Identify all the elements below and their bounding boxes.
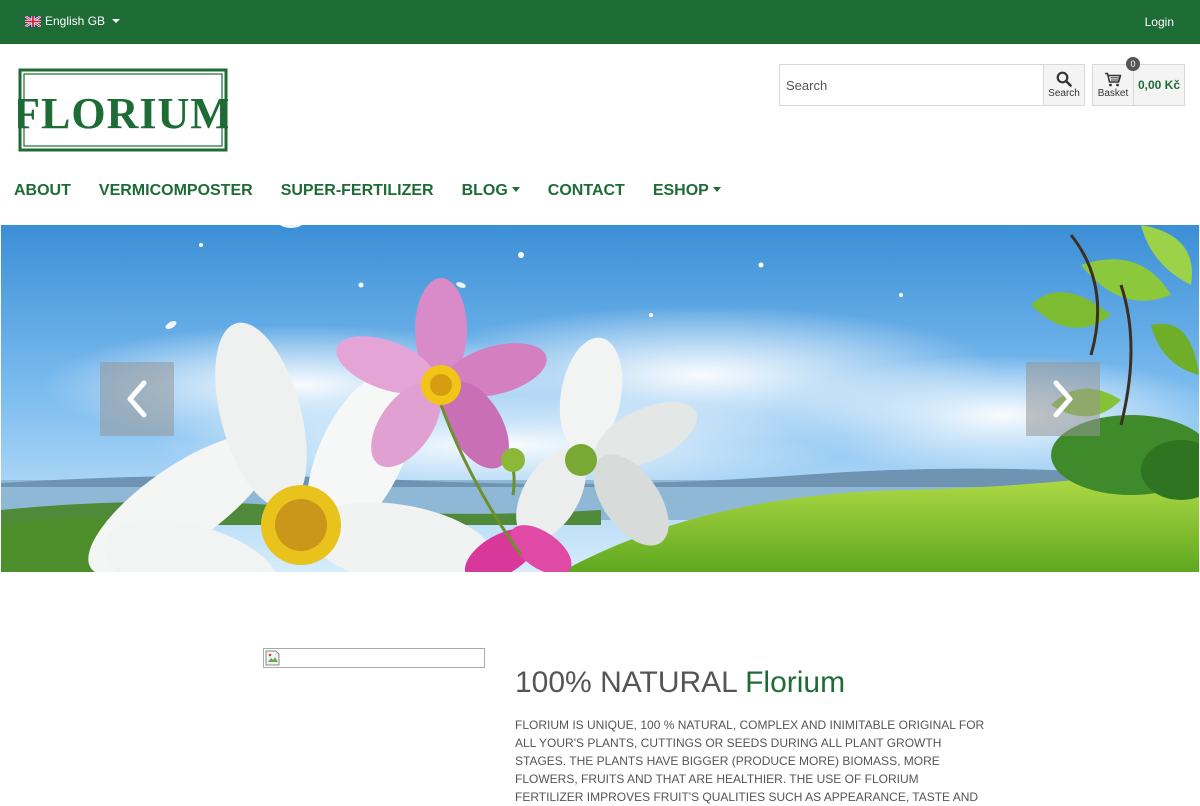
- nav-item-label: VERMICOMPOSTER: [98, 182, 253, 199]
- slider-next-button[interactable]: [1026, 362, 1100, 436]
- search-input[interactable]: [780, 65, 1043, 105]
- nav-item-eshop[interactable]: ESHOP: [653, 182, 721, 200]
- uk-flag-icon: [25, 15, 41, 27]
- basket-icon-area: Basket: [1093, 65, 1134, 105]
- intro-paragraph: FLORIUM IS UNIQUE, 100 % NATURAL, COMPLE…: [515, 718, 985, 804]
- nav-item-blog[interactable]: BLOG: [462, 182, 520, 200]
- broken-image-icon: [265, 650, 280, 666]
- top-bar: English GB Login: [0, 0, 1200, 44]
- nav-item-vermicomposter[interactable]: VERMICOMPOSTER: [99, 182, 253, 200]
- basket-button[interactable]: Basket 0,00 Kč: [1092, 64, 1185, 106]
- svg-text:FLORIUM: FLORIUM: [18, 89, 228, 138]
- search-button-label: Search: [1048, 88, 1080, 99]
- nav-item-label: ABOUT: [14, 182, 71, 199]
- product-image-placeholder: [263, 648, 485, 668]
- chevron-down-icon: [511, 187, 520, 192]
- nav-item-contact[interactable]: CONTACT: [548, 182, 625, 200]
- page-headline: 100% NATURAL Florium: [515, 666, 845, 700]
- hero-image: [1, 225, 1199, 572]
- nav-item-label: CONTACT: [547, 182, 625, 199]
- chevron-down-icon: [112, 19, 121, 23]
- headline-main: 100% NATURAL: [515, 666, 746, 699]
- language-selector[interactable]: English GB: [25, 14, 121, 28]
- language-label: English GB: [45, 14, 106, 28]
- chevron-down-icon: [712, 187, 721, 192]
- main-nav: ABOUT VERMICOMPOSTER SUPER-FERTILIZER BL…: [14, 182, 749, 200]
- search-icon: [1056, 71, 1072, 87]
- nav-item-label: BLOG: [461, 182, 508, 199]
- basket-label: Basket: [1097, 87, 1129, 99]
- basket-total: 0,00 Kč: [1137, 78, 1181, 92]
- basket-icon: [1105, 72, 1122, 86]
- login-link[interactable]: Login: [1145, 15, 1174, 29]
- headline-accent: Florium: [745, 666, 846, 699]
- search-box: Search: [779, 64, 1085, 106]
- chevron-left-icon: [127, 380, 147, 418]
- nav-item-about[interactable]: ABOUT: [14, 182, 71, 200]
- hero-slider: [1, 225, 1199, 572]
- nav-item-label: ESHOP: [652, 182, 709, 199]
- search-button[interactable]: Search: [1043, 65, 1084, 105]
- florium-logo[interactable]: FLORIUM: [18, 68, 228, 152]
- slider-prev-button[interactable]: [100, 362, 174, 436]
- chevron-right-icon: [1053, 380, 1073, 418]
- basket-count-badge: 0: [1126, 57, 1140, 71]
- nav-item-super-fertilizer[interactable]: SUPER-FERTILIZER: [281, 182, 434, 200]
- nav-item-label: SUPER-FERTILIZER: [280, 182, 434, 199]
